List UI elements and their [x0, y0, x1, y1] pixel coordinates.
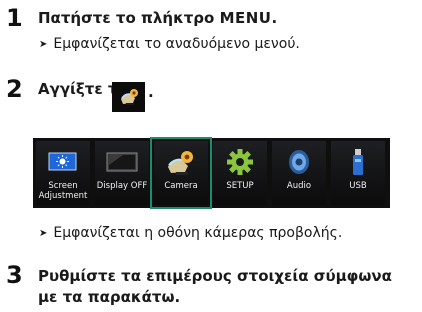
menu-item-label: USB: [349, 181, 367, 191]
menu-item-usb[interactable]: USB: [331, 141, 385, 205]
camera-icon: [112, 82, 145, 112]
camera-icon: [168, 151, 193, 175]
menu-item-label-line: Adjustment: [38, 191, 88, 201]
menu-item-camera[interactable]: Camera: [150, 137, 212, 209]
menu-item-label-line: Screen: [48, 181, 78, 191]
step-text-part: .: [271, 9, 278, 27]
step-text-end: .: [148, 83, 154, 101]
menu-item-label: Audio: [286, 181, 312, 191]
screen-adjust-icon: [48, 152, 77, 171]
result-line: ➤ Εμφανίζεται η οθόνη κάμερας προβολής.: [39, 225, 342, 241]
menu-item-setup[interactable]: SETUP: [213, 141, 267, 205]
menu-item-label: Screen Adjustment: [36, 181, 90, 201]
menu-key-label: MENU: [219, 9, 272, 27]
menu-item-display-off[interactable]: Display OFF: [95, 141, 149, 205]
result-text: Εμφανίζεται η οθόνη κάμερας προβολής.: [53, 225, 343, 241]
arrow-icon: ➤: [39, 39, 48, 50]
menu-item-audio[interactable]: Audio: [272, 141, 326, 205]
menu-item-label: Display OFF: [96, 181, 148, 191]
result-line: ➤ Εμφανίζεται το αναδυόμενο μενού.: [39, 36, 300, 52]
usb-icon: [353, 149, 363, 175]
step-number: 1: [6, 4, 23, 32]
step-text-line: με τα παρακάτω.: [38, 288, 181, 306]
step-text-line: Ρυθμίστε τα επιμέρους στοιχεία σύμφωνα: [38, 267, 392, 285]
step-text-part: Πατήστε το πλήκτρο: [38, 9, 220, 27]
menu-item-label: Camera: [164, 181, 198, 191]
display-off-icon: [106, 152, 138, 172]
speaker-icon: [289, 150, 309, 174]
step-number: 2: [6, 75, 23, 103]
popup-menu-bar: Screen Adjustment Display OFF Camera SET…: [33, 137, 390, 209]
gear-icon: [227, 149, 253, 175]
arrow-icon: ➤: [39, 228, 48, 239]
menu-item-screen-adjustment[interactable]: Screen Adjustment: [36, 141, 90, 205]
step-text: Πατήστε το πλήκτρο MENU.: [38, 9, 277, 27]
result-text: Εμφανίζεται το αναδυόμενο μενού.: [53, 36, 300, 52]
menu-item-label: SETUP: [226, 181, 254, 191]
step-number: 3: [6, 261, 23, 289]
step-text: Ρυθμίστε τα επιμέρους στοιχεία σύμφωνα μ…: [38, 266, 392, 308]
